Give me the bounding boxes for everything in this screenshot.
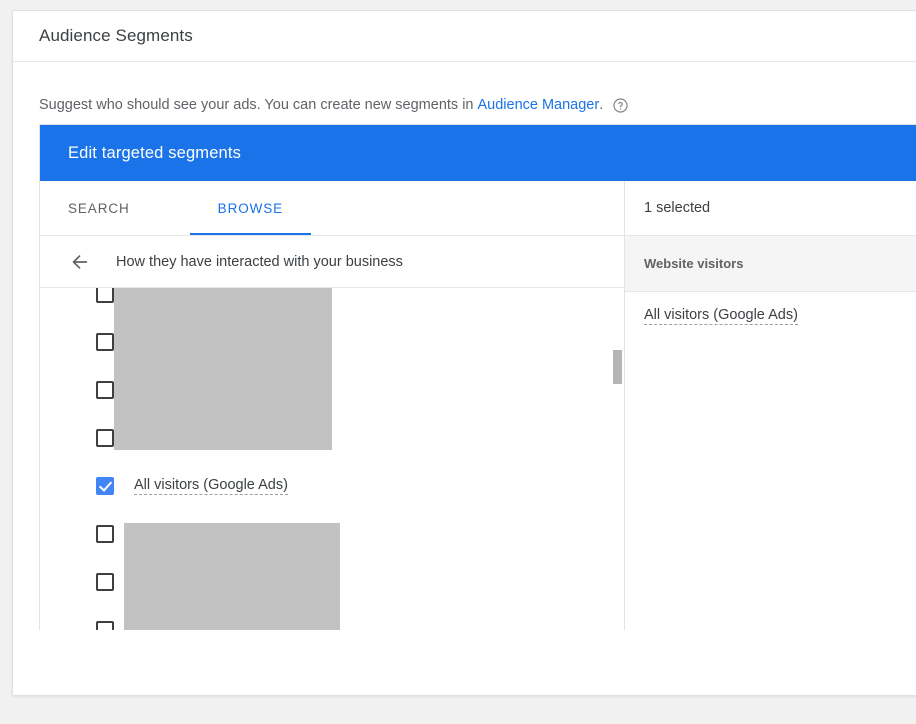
subtitle-text: Suggest who should see your ads. You can… (39, 98, 473, 113)
selected-group-header: Website visitors (625, 236, 916, 292)
tab-browse[interactable]: BROWSE (190, 181, 311, 235)
page-root: Audience Segments Suggest who should see… (0, 0, 916, 724)
picker-main: SEARCH BROWSE How they have interacted w… (40, 181, 916, 630)
checkbox-unchecked[interactable] (96, 381, 114, 399)
checkbox-checked[interactable] (96, 477, 114, 495)
page-title: Audience Segments (13, 11, 916, 62)
browse-pane: SEARCH BROWSE How they have interacted w… (40, 181, 625, 630)
selected-count: 1 selected (625, 181, 916, 236)
segment-list-scroll[interactable]: All visitors (Google Ads) (40, 288, 624, 630)
list-item-label[interactable]: All visitors (Google Ads) (134, 477, 288, 495)
tab-search[interactable]: SEARCH (68, 181, 166, 235)
redacted-label-block-bottom (124, 523, 340, 630)
picker-tabs: SEARCH BROWSE (40, 181, 624, 236)
help-circle-icon[interactable] (612, 97, 629, 114)
audience-segments-card: Audience Segments Suggest who should see… (12, 10, 916, 696)
checkbox-unchecked[interactable] (96, 288, 114, 303)
breadcrumb: How they have interacted with your busin… (40, 236, 624, 288)
checkbox-unchecked[interactable] (96, 429, 114, 447)
subtitle-row: Suggest who should see your ads. You can… (13, 62, 916, 124)
redacted-label-block-top (114, 288, 332, 450)
checkbox-unchecked[interactable] (96, 621, 114, 630)
subtitle-period: . (599, 98, 603, 113)
checkbox-unchecked[interactable] (96, 333, 114, 351)
breadcrumb-label: How they have interacted with your busin… (116, 254, 403, 270)
selected-pane: 1 selected Website visitors All visitors… (625, 181, 916, 630)
selected-item: All visitors (Google Ads) (625, 292, 916, 340)
scrollbar-thumb[interactable] (613, 350, 622, 384)
list-scrollbar[interactable] (613, 288, 623, 630)
segment-picker: Edit targeted segments SEARCH BROWSE (39, 124, 916, 630)
arrow-left-icon[interactable] (68, 250, 92, 274)
checkbox-unchecked[interactable] (96, 525, 114, 543)
card-body: Suggest who should see your ads. You can… (13, 62, 916, 630)
list-item-all-visitors[interactable]: All visitors (Google Ads) (40, 462, 624, 510)
selected-item-label[interactable]: All visitors (Google Ads) (644, 307, 798, 325)
audience-manager-link[interactable]: Audience Manager (477, 98, 599, 113)
checkbox-unchecked[interactable] (96, 573, 114, 591)
picker-header: Edit targeted segments (40, 125, 916, 181)
